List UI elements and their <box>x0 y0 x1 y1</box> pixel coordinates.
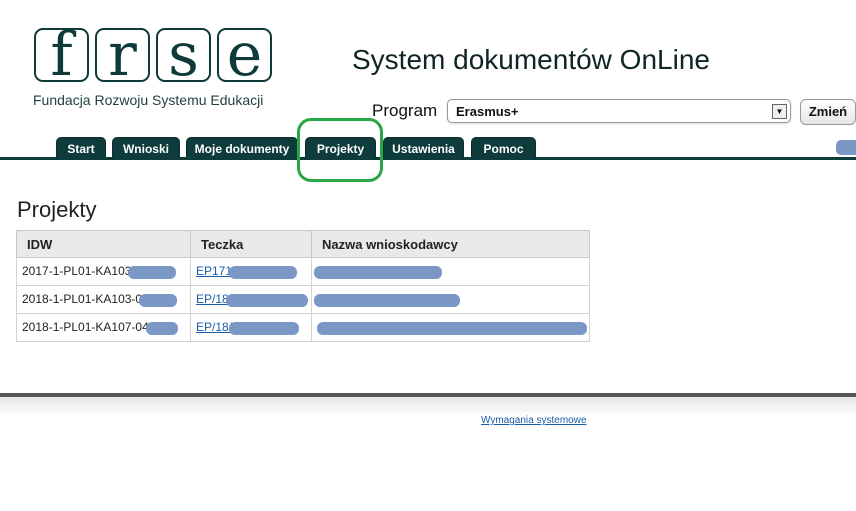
system-title: System dokumentów OnLine <box>352 44 710 75</box>
cell-idw: 2018-1-PL01-KA107-04 <box>16 313 191 342</box>
nav-bar-line <box>0 157 856 160</box>
table-row: 2018-1-PL01-KA103-0 EP/18 <box>16 285 590 314</box>
tab-moje-dokumenty[interactable]: Moje dokumenty <box>186 137 298 159</box>
teczka-link[interactable]: EP/18/ <box>196 320 232 334</box>
logo-box-f: f <box>34 20 89 90</box>
redaction <box>229 265 298 279</box>
cell-teczka: EP/18 <box>190 285 312 314</box>
frse-logo: f r s e Fundacja Rozwoju Systemu Edukacj… <box>26 0 276 122</box>
cell-nazwa <box>311 313 590 342</box>
redaction <box>314 293 460 307</box>
program-select-value: Erasmus+ <box>456 104 519 119</box>
change-program-button[interactable]: Zmień <box>800 99 856 125</box>
idw-text: 2017-1-PL01-KA103 <box>22 264 132 279</box>
redaction <box>139 293 178 307</box>
table-row: 2017-1-PL01-KA103 EP171 <box>16 257 590 286</box>
program-select[interactable]: Erasmus+ ▼ <box>447 99 791 123</box>
cell-teczka: EP/18/ <box>190 313 312 342</box>
redaction <box>317 321 587 335</box>
tab-start[interactable]: Start <box>56 137 106 159</box>
logo-box-s: s <box>156 20 211 90</box>
projects-table: IDW Teczka Nazwa wnioskodawcy 2017-1-PL0… <box>16 230 590 342</box>
redaction <box>229 321 300 335</box>
dropdown-arrow-icon[interactable]: ▼ <box>772 104 787 119</box>
tab-ustawienia[interactable]: Ustawienia <box>383 137 464 159</box>
logo-letter-r: r <box>108 20 137 90</box>
cell-idw: 2017-1-PL01-KA103 <box>16 257 191 286</box>
redacted-user-area <box>836 140 856 155</box>
page-title: Projekty <box>17 197 97 222</box>
cell-teczka: EP171 <box>190 257 312 286</box>
idw-text: 2018-1-PL01-KA103-0 <box>22 292 143 307</box>
redaction <box>314 265 442 279</box>
logo-letter-s: s <box>168 20 199 90</box>
redaction <box>145 321 178 335</box>
logo-letter-e: e <box>226 20 263 90</box>
teczka-link[interactable]: EP/18 <box>196 292 229 306</box>
logo-box-r: r <box>95 20 150 90</box>
redaction <box>128 265 177 279</box>
table-header-row: IDW Teczka Nazwa wnioskodawcy <box>16 230 590 258</box>
footer-shade <box>0 397 856 417</box>
logo-subtitle: Fundacja Rozwoju Systemu Edukacji <box>33 92 264 108</box>
tab-wnioski[interactable]: Wnioski <box>112 137 180 159</box>
tab-pomoc[interactable]: Pomoc <box>471 137 536 159</box>
cell-idw: 2018-1-PL01-KA103-0 <box>16 285 191 314</box>
logo-letter-f: f <box>50 20 73 90</box>
system-requirements-link[interactable]: Wymagania systemowe <box>481 415 587 426</box>
cell-nazwa <box>311 285 590 314</box>
teczka-link[interactable]: EP171 <box>196 264 232 278</box>
cell-nazwa <box>311 257 590 286</box>
idw-text: 2018-1-PL01-KA107-04 <box>22 320 149 335</box>
logo-box-e: e <box>217 20 272 90</box>
column-header-nazwa: Nazwa wnioskodawcy <box>311 230 590 258</box>
column-header-teczka: Teczka <box>190 230 312 258</box>
program-label: Program <box>372 101 438 120</box>
active-tab-highlight <box>297 118 383 182</box>
table-row: 2018-1-PL01-KA107-04 EP/18/ <box>16 313 590 342</box>
column-header-idw: IDW <box>16 230 191 258</box>
redaction <box>225 293 308 307</box>
